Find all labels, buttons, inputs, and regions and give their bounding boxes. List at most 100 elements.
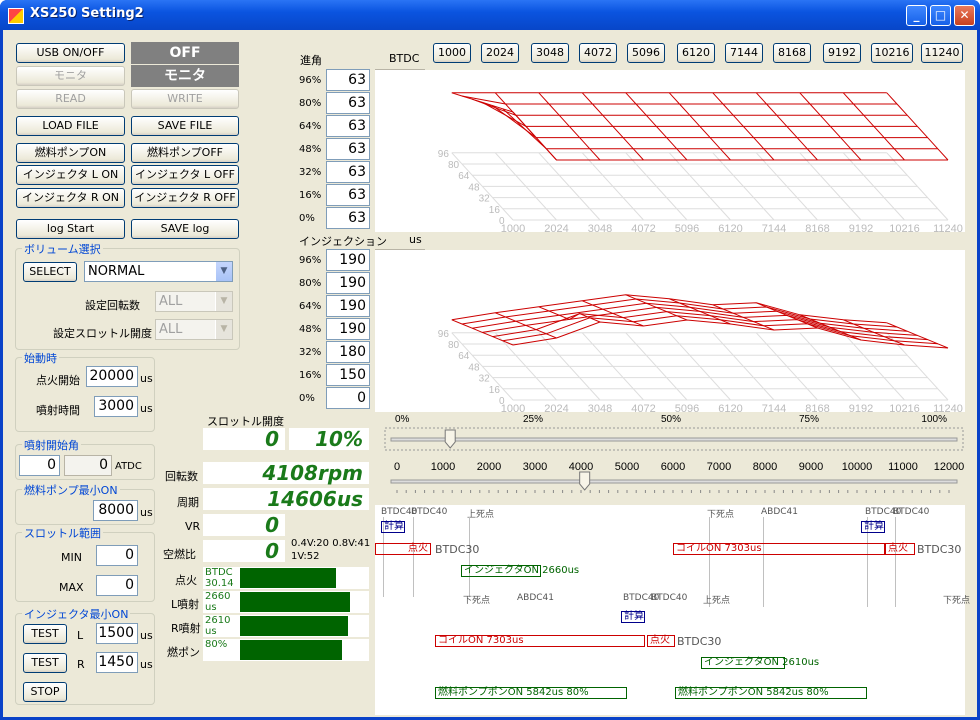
row-value-input[interactable]: 63 bbox=[326, 161, 370, 183]
afr-note-1: 0.4V:20 0.8V:41 bbox=[291, 538, 371, 549]
pump-min-input[interactable]: 8000 bbox=[93, 500, 138, 521]
rpm-column-button[interactable]: 5096 bbox=[627, 43, 665, 63]
rpm-column-button[interactable]: 10216 bbox=[871, 43, 913, 63]
injection-unit-label: us bbox=[409, 233, 422, 246]
log-start-button[interactable]: log Start bbox=[16, 219, 125, 239]
row-value-input[interactable]: 63 bbox=[326, 115, 370, 137]
throttle-slider[interactable]: 0% 25% 50% 75% 100% bbox=[375, 412, 965, 452]
load-file-button[interactable]: LOAD FILE bbox=[16, 116, 125, 136]
injector-r-input[interactable]: 1450 bbox=[96, 652, 138, 673]
injector-l-input[interactable]: 1500 bbox=[96, 623, 138, 644]
row-value-input[interactable]: 150 bbox=[326, 364, 370, 386]
slider-tick-label: 50% bbox=[661, 414, 681, 425]
rpm-column-button[interactable]: 4072 bbox=[579, 43, 617, 63]
injector-r-off-button[interactable]: インジェクタ R OFF bbox=[131, 188, 239, 208]
injector-l-on-button[interactable]: インジェクタ L ON bbox=[16, 165, 125, 185]
y-tick-label: 64 bbox=[458, 351, 470, 362]
injector-l-off-button[interactable]: インジェクタ L OFF bbox=[131, 165, 239, 185]
chevron-down-icon[interactable]: ▼ bbox=[215, 292, 232, 311]
x-tick-label: 9192 bbox=[849, 223, 873, 232]
throttle-max-input[interactable]: 0 bbox=[96, 575, 138, 596]
rpm-column-button[interactable]: 11240 bbox=[921, 43, 963, 63]
slider-thumb[interactable] bbox=[444, 429, 456, 449]
row-percent-label: 16% bbox=[299, 370, 322, 381]
write-button[interactable]: WRITE bbox=[131, 89, 239, 109]
pump-on-box: 燃料ポンプポンON 5842us 80% bbox=[435, 687, 627, 699]
minimize-button[interactable]: _ bbox=[906, 5, 927, 26]
inject-start-title: 噴射開始角 bbox=[22, 437, 81, 453]
inject-start-input[interactable]: 0 bbox=[19, 455, 60, 476]
rpm-column-button[interactable]: 9192 bbox=[823, 43, 861, 63]
injector-on-box: インジェクタON 2610us bbox=[701, 657, 819, 669]
throttle-min-input[interactable]: 0 bbox=[96, 545, 138, 566]
x-tick-label: 11240 bbox=[933, 403, 963, 412]
pump-on-button[interactable]: 燃料ポンプON bbox=[16, 143, 125, 163]
save-log-button[interactable]: SAVE log bbox=[131, 219, 239, 239]
bar-text-2: 30.14 bbox=[205, 578, 234, 589]
slider-thumb[interactable] bbox=[579, 471, 591, 491]
usb-onoff-button[interactable]: USB ON/OFF bbox=[16, 43, 125, 63]
title-bar[interactable]: XS250 Setting2 _ □ ✕ bbox=[0, 0, 980, 30]
row-value-input[interactable]: 63 bbox=[326, 138, 370, 160]
rpm-setting-value: ALL bbox=[159, 294, 183, 309]
row-value-input[interactable]: 190 bbox=[326, 249, 370, 271]
row-value-input[interactable]: 190 bbox=[326, 272, 370, 294]
row-percent-label: 32% bbox=[299, 167, 322, 178]
rpm-column-button[interactable]: 7144 bbox=[725, 43, 763, 63]
save-file-button[interactable]: SAVE FILE bbox=[131, 116, 239, 136]
row-value-input[interactable]: 63 bbox=[326, 92, 370, 114]
y-tick-label: 48 bbox=[468, 182, 480, 193]
rpm-setting-dropdown[interactable]: ALL ▼ bbox=[155, 291, 233, 312]
timing-marker-label: ABDC41 bbox=[517, 593, 554, 603]
ignition-start-input[interactable]: 20000 bbox=[86, 366, 138, 387]
injector-test-r-button[interactable]: TEST bbox=[23, 653, 67, 673]
pump-min-unit: us bbox=[140, 506, 153, 519]
rpm-column-button[interactable]: 8168 bbox=[773, 43, 811, 63]
period-label: 周期 bbox=[177, 496, 199, 509]
slider-tick-label: 10000 bbox=[842, 461, 873, 473]
read-button[interactable]: READ bbox=[16, 89, 125, 109]
rpm-column-button[interactable]: 3048 bbox=[531, 43, 569, 63]
injector-test-l-button[interactable]: TEST bbox=[23, 624, 67, 644]
row-value-input[interactable]: 190 bbox=[326, 295, 370, 317]
rpm-column-button[interactable]: 6120 bbox=[677, 43, 715, 63]
y-tick-label: 48 bbox=[468, 362, 480, 373]
throttle-range-title: スロットル範囲 bbox=[22, 525, 103, 541]
slider-tick-label: 11000 bbox=[888, 461, 918, 473]
bar-fill bbox=[240, 640, 342, 660]
chevron-down-icon[interactable]: ▼ bbox=[215, 262, 232, 281]
close-button[interactable]: ✕ bbox=[954, 5, 975, 26]
slider-tick-label: 2000 bbox=[477, 461, 501, 473]
monitor-button[interactable]: モニタ bbox=[16, 66, 125, 86]
maximize-button[interactable]: □ bbox=[930, 5, 951, 26]
chevron-down-icon[interactable]: ▼ bbox=[215, 320, 232, 339]
rpm-slider[interactable]: 0 1000 2000 3000 4000 5000 6000 7000 8000 9000 100… bbox=[375, 458, 965, 504]
select-button[interactable]: SELECT bbox=[23, 262, 77, 282]
pump-off-button[interactable]: 燃料ポンプOFF bbox=[131, 143, 239, 163]
pump-on-box: 燃料ポンプポンON 5842us 80% bbox=[675, 687, 867, 699]
stop-button[interactable]: STOP bbox=[23, 682, 67, 702]
mode-value: NORMAL bbox=[88, 264, 145, 279]
throttle-setting-dropdown[interactable]: ALL ▼ bbox=[155, 319, 233, 340]
row-value-input[interactable]: 190 bbox=[326, 318, 370, 340]
bar-fill bbox=[240, 616, 348, 636]
row-value-input[interactable]: 63 bbox=[326, 207, 370, 229]
mode-dropdown[interactable]: NORMAL ▼ bbox=[84, 261, 233, 282]
row-value-input[interactable]: 0 bbox=[326, 387, 370, 409]
row-value-input[interactable]: 180 bbox=[326, 341, 370, 363]
slider-tick-label: 4000 bbox=[569, 461, 593, 473]
slider-track bbox=[390, 437, 958, 442]
x-tick-label: 2024 bbox=[544, 223, 568, 232]
rpm-column-button[interactable]: 2024 bbox=[481, 43, 519, 63]
row-value-input[interactable]: 63 bbox=[326, 69, 370, 91]
btdc30-label: BTDC30 bbox=[677, 635, 722, 648]
row-percent-label: 96% bbox=[299, 75, 322, 86]
bar-fill bbox=[240, 592, 350, 612]
rpm-column-button[interactable]: 1000 bbox=[433, 43, 471, 63]
row-value-input[interactable]: 63 bbox=[326, 184, 370, 206]
inject-time-input[interactable]: 3000 bbox=[94, 396, 138, 417]
injector-r-on-button[interactable]: インジェクタ R ON bbox=[16, 188, 125, 208]
injector-l-unit: us bbox=[140, 629, 153, 642]
volume-group: ボリューム選択 SELECT NORMAL ▼ 設定回転数 ALL ▼ 設定スロット… bbox=[15, 241, 240, 350]
timing-marker-label: BTDC40 bbox=[893, 507, 930, 517]
